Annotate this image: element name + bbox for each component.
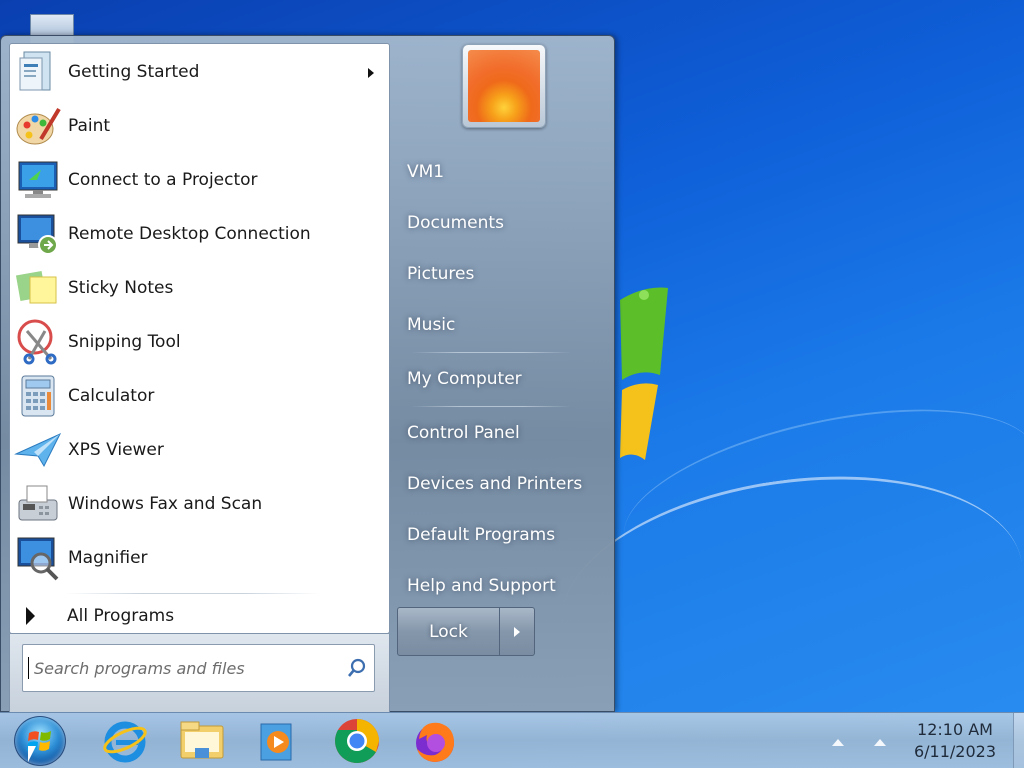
magnifier-icon <box>12 533 64 583</box>
program-connect-projector[interactable]: Connect to a Projector <box>12 154 388 206</box>
program-remote-desktop[interactable]: Remote Desktop Connection <box>12 208 388 260</box>
link-default-programs[interactable]: Default Programs <box>394 515 594 555</box>
taskbar: 12:10 AM 6/11/2023 <box>0 712 1024 768</box>
program-label: Paint <box>68 116 111 136</box>
programs-pane: Getting Started Paint Connect to a Proje… <box>9 43 390 634</box>
getting-started-icon <box>12 47 64 97</box>
taskbar-media-player[interactable] <box>250 715 304 767</box>
separator <box>65 593 320 594</box>
user-picture[interactable] <box>462 44 546 128</box>
arrow-right-icon <box>514 626 520 637</box>
snipping-tool-icon <box>12 317 64 367</box>
submenu-arrow-icon[interactable] <box>368 68 374 78</box>
firefox-icon <box>416 722 455 762</box>
program-calculator[interactable]: Calculator <box>12 370 388 422</box>
calculator-icon <box>12 371 64 421</box>
arrow-right-icon <box>26 607 35 625</box>
link-help-support[interactable]: Help and Support <box>394 566 594 606</box>
link-user-folder[interactable]: VM1 <box>394 152 594 192</box>
link-pictures[interactable]: Pictures <box>394 254 594 294</box>
clock-date: 6/11/2023 <box>913 742 997 761</box>
program-label: Connect to a Projector <box>68 170 258 190</box>
separator <box>411 352 571 353</box>
all-programs-button[interactable]: All Programs <box>12 600 388 632</box>
paint-icon <box>12 101 64 151</box>
program-label: Snipping Tool <box>68 332 181 352</box>
sticky-notes-icon <box>12 263 64 313</box>
program-label: Calculator <box>68 386 155 406</box>
program-paint[interactable]: Paint <box>12 100 388 152</box>
all-programs-label: All Programs <box>67 606 175 626</box>
program-label: Windows Fax and Scan <box>68 494 263 514</box>
search-area <box>9 634 390 712</box>
clock-time: 12:10 AM <box>917 720 993 739</box>
show-hidden-icons-button[interactable] <box>832 739 844 746</box>
program-fax-scan[interactable]: Windows Fax and Scan <box>12 478 388 530</box>
action-center-icon[interactable] <box>874 739 886 746</box>
program-label: Remote Desktop Connection <box>68 224 311 244</box>
search-box[interactable] <box>22 644 375 692</box>
flower-avatar <box>468 50 540 122</box>
program-label: Magnifier <box>68 548 148 568</box>
search-input[interactable] <box>28 657 340 679</box>
fax-scan-icon <box>12 479 64 529</box>
shutdown-options-button[interactable] <box>500 607 535 656</box>
program-magnifier[interactable]: Magnifier <box>12 532 388 584</box>
program-label: Getting Started <box>68 62 200 82</box>
search-icon[interactable] <box>340 651 374 685</box>
separator <box>411 406 571 407</box>
program-sticky-notes[interactable]: Sticky Notes <box>12 262 388 314</box>
xps-viewer-icon <box>12 425 64 475</box>
media-player-icon <box>260 723 292 761</box>
program-label: Sticky Notes <box>68 278 174 298</box>
link-music[interactable]: Music <box>394 305 594 345</box>
internet-explorer-icon <box>103 721 147 763</box>
lock-button[interactable]: Lock <box>397 607 500 656</box>
taskbar-file-explorer[interactable] <box>175 715 229 767</box>
link-my-computer[interactable]: My Computer <box>394 359 594 399</box>
file-explorer-icon <box>180 721 224 759</box>
show-desktop-button[interactable] <box>1013 713 1024 768</box>
taskbar-firefox[interactable] <box>408 715 462 767</box>
projector-icon <box>12 155 64 205</box>
mouse-cursor-icon <box>28 746 36 762</box>
program-label: XPS Viewer <box>68 440 164 460</box>
taskbar-chrome[interactable] <box>330 715 384 767</box>
clock[interactable]: 12:10 AM 6/11/2023 <box>900 719 1010 763</box>
program-getting-started[interactable]: Getting Started <box>12 46 388 98</box>
chrome-icon <box>335 719 379 763</box>
program-xps-viewer[interactable]: XPS Viewer <box>12 424 388 476</box>
link-devices-printers[interactable]: Devices and Printers <box>394 464 594 504</box>
taskbar-internet-explorer[interactable] <box>98 715 152 767</box>
start-button[interactable] <box>14 716 66 766</box>
windows-logo-icon <box>27 731 51 751</box>
program-snipping-tool[interactable]: Snipping Tool <box>12 316 388 368</box>
remote-desktop-icon <box>12 209 64 259</box>
link-control-panel[interactable]: Control Panel <box>394 413 594 453</box>
link-documents[interactable]: Documents <box>394 203 594 243</box>
